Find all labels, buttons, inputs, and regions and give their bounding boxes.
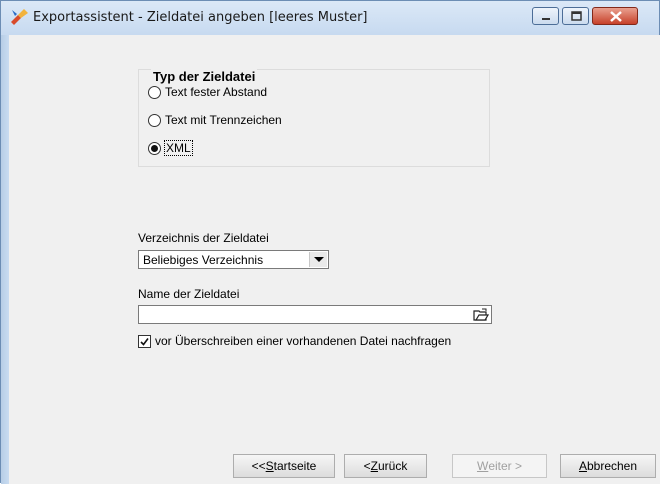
- button-mnemonic: S: [265, 459, 274, 473]
- filename-input[interactable]: [138, 305, 492, 324]
- button-mnemonic: A: [578, 459, 587, 473]
- back-button[interactable]: < Zurück: [344, 454, 427, 478]
- radio-text-delimited[interactable]: Text mit Trennzeichen: [148, 112, 282, 128]
- radio-label: Text mit Trennzeichen: [165, 113, 282, 127]
- close-icon: [610, 11, 622, 22]
- radio-label: Text fester Abstand: [165, 85, 268, 99]
- filename-label: Name der Zieldatei: [138, 287, 240, 301]
- close-button[interactable]: [592, 7, 638, 25]
- next-button[interactable]: Weiter >: [452, 454, 547, 478]
- title-bar[interactable]: Exportassistent - Zieldatei angeben [lee…: [1, 1, 659, 35]
- maximize-icon: [571, 11, 582, 21]
- directory-label: Verzeichnis der Zieldatei: [138, 231, 269, 245]
- wizard-page: Typ der Zieldatei Text fester Abstand Te…: [9, 35, 660, 484]
- radio-button-selected[interactable]: [148, 141, 161, 155]
- directory-select[interactable]: Beliebiges Verzeichnis: [138, 250, 329, 269]
- button-mnemonic: W: [476, 459, 489, 473]
- target-type-group: Typ der Zieldatei Text fester Abstand Te…: [138, 69, 490, 167]
- radio-button[interactable]: [148, 85, 161, 99]
- overwrite-confirm-option[interactable]: vor Überschreiben einer vorhandenen Date…: [138, 333, 451, 349]
- button-label-rest: bbrechen: [586, 459, 638, 473]
- minimize-icon: [542, 18, 550, 20]
- button-mnemonic: Z: [370, 459, 378, 473]
- cancel-button[interactable]: Abbrechen: [560, 454, 656, 478]
- window-controls: [532, 7, 651, 27]
- button-label-rest: urück: [378, 459, 408, 473]
- radio-button[interactable]: [148, 113, 161, 127]
- maximize-button[interactable]: [562, 7, 589, 25]
- minimize-button[interactable]: [532, 7, 559, 25]
- button-label-prefix: <: [363, 459, 371, 473]
- export-wizard-window: Exportassistent - Zieldatei angeben [lee…: [0, 0, 660, 484]
- directory-select-value: Beliebiges Verzeichnis: [143, 253, 264, 267]
- folder-open-icon[interactable]: [473, 307, 489, 322]
- radio-label: XML: [164, 140, 193, 156]
- overwrite-checkbox[interactable]: [138, 334, 151, 348]
- button-label-rest: eiter >: [488, 459, 522, 473]
- button-label-prefix: <<: [251, 459, 266, 473]
- app-icon: [11, 9, 28, 25]
- group-title: Typ der Zieldatei: [151, 69, 258, 84]
- window-left-edge: [1, 35, 9, 484]
- radio-text-fixed-width[interactable]: Text fester Abstand: [148, 84, 267, 100]
- button-label-rest: tartseite: [273, 459, 317, 473]
- overwrite-label: vor Überschreiben einer vorhandenen Date…: [155, 334, 452, 348]
- radio-xml[interactable]: XML: [148, 140, 193, 156]
- check-icon: [140, 337, 149, 346]
- window-title: Exportassistent - Zieldatei angeben [lee…: [33, 10, 368, 25]
- start-page-button[interactable]: << Startseite: [233, 454, 335, 478]
- chevron-down-icon[interactable]: [309, 252, 327, 267]
